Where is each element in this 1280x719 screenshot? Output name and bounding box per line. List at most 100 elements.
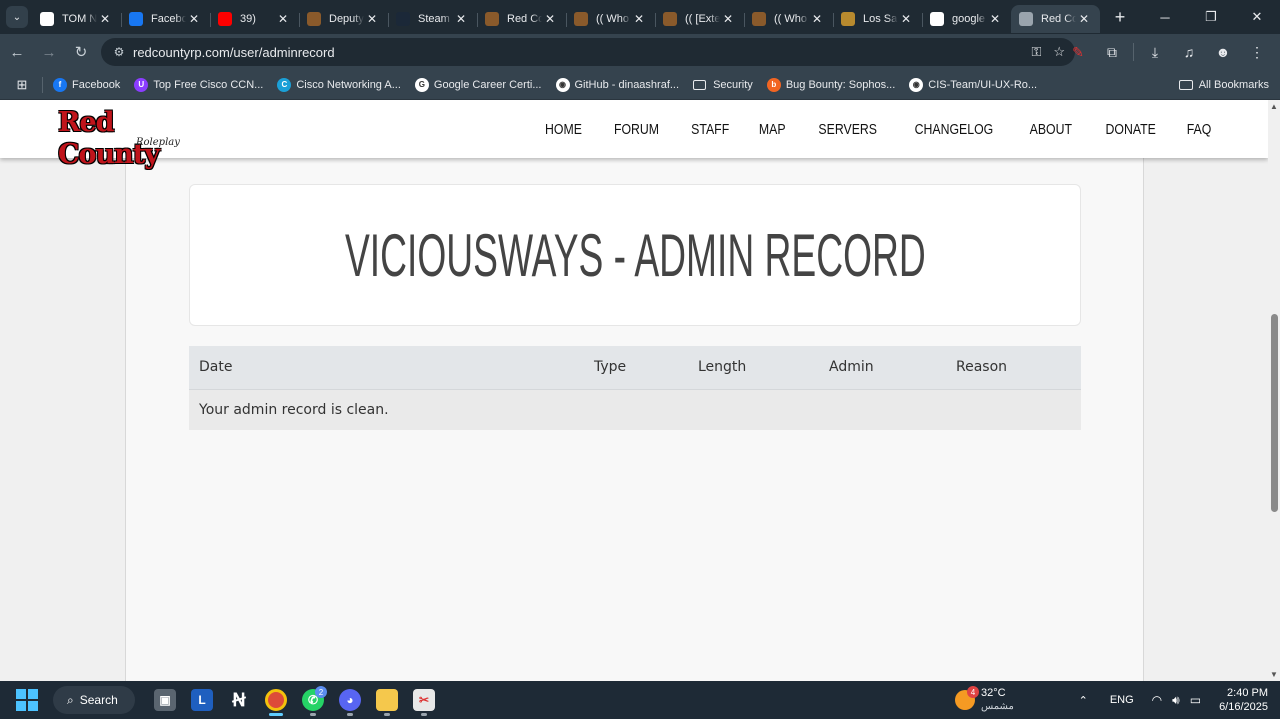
nav-link-home[interactable]: HOME <box>545 121 582 138</box>
browser-tab[interactable]: google ✕ <box>922 5 1011 33</box>
close-tab-icon[interactable]: ✕ <box>453 12 469 26</box>
bookmark-item[interactable]: ◉ GitHub - dinaashraf... <box>555 77 679 92</box>
extension-pen-icon[interactable]: ✎ <box>1061 44 1095 61</box>
battery-icon[interactable]: ▭ <box>1190 693 1201 708</box>
bookmark-item[interactable]: U Top Free Cisco CCN... <box>134 77 263 92</box>
l-app-icon: L <box>191 689 213 711</box>
browser-tab[interactable]: Los Sa ✕ <box>833 5 922 33</box>
taskbar-app-notion-calendar[interactable]: Ꞥ <box>221 683 257 717</box>
window-controls: ─ ❐ ✕ <box>1142 0 1280 34</box>
browser-tab[interactable]: TOM N ✕ <box>32 5 121 33</box>
close-window-button[interactable]: ✕ <box>1234 0 1280 34</box>
wifi-icon[interactable]: ◠ <box>1152 693 1162 708</box>
github-icon: ◉ <box>909 77 924 92</box>
facebook-icon: f <box>53 77 67 92</box>
minimize-button[interactable]: ─ <box>1142 0 1188 34</box>
browser-tab[interactable]: (( [Exte ✕ <box>655 5 744 33</box>
browser-tab[interactable]: Deputy ✕ <box>299 5 388 33</box>
nav-link-changelog[interactable]: CHANGELOG <box>915 121 994 138</box>
close-tab-icon[interactable]: ✕ <box>631 12 647 26</box>
tab-title: (( Who <box>774 13 807 25</box>
browser-tab[interactable]: Red Co ✕ <box>1011 5 1100 33</box>
speaker-icon[interactable]: 🔊︎ <box>1172 693 1180 708</box>
nav-link-servers[interactable]: SERVERS <box>818 121 877 138</box>
profile-avatar-icon[interactable]: ☻ <box>1206 44 1240 60</box>
scroll-thumb[interactable] <box>1271 314 1278 512</box>
taskbar-app-snipping[interactable]: ✂ <box>406 683 442 717</box>
bookmark-item[interactable]: Security <box>693 79 753 91</box>
bookmark-item[interactable]: C Cisco Networking A... <box>277 77 401 92</box>
nav-link-forum[interactable]: FORUM <box>614 121 659 138</box>
scroll-up-arrow-icon[interactable]: ▲ <box>1270 102 1278 111</box>
facebook-icon <box>129 12 143 26</box>
bookmark-item[interactable]: f Facebook <box>53 77 120 92</box>
taskbar-app-whatsapp[interactable]: ✆ 2 <box>295 683 331 717</box>
new-tab-button[interactable]: + <box>1110 7 1130 28</box>
tab-title: Red Co <box>507 13 542 25</box>
column-header-admin[interactable]: Admin <box>819 346 946 390</box>
nav-link-staff[interactable]: STAFF <box>691 121 729 138</box>
close-tab-icon[interactable]: ✕ <box>542 12 558 26</box>
weather-widget[interactable]: 4 32°C مشمس <box>955 681 1014 719</box>
nav-link-map[interactable]: MAP <box>759 121 786 138</box>
browser-tab[interactable]: Red Co ✕ <box>477 5 566 33</box>
browser-tab[interactable]: Facebo ✕ <box>121 5 210 33</box>
back-button[interactable]: ← <box>2 37 32 67</box>
clock[interactable]: 2:40 PM 6/16/2025 <box>1219 686 1268 714</box>
bookmark-label: CIS-Team/UI-UX-Ro... <box>928 78 1038 91</box>
password-key-icon[interactable]: ⚿ <box>1031 44 1041 60</box>
bookmark-item[interactable]: b Bug Bounty: Sophos... <box>766 77 895 92</box>
page-scrollbar[interactable]: ▲ ▼ <box>1268 100 1280 681</box>
weather-badge: 4 <box>967 686 979 698</box>
close-tab-icon[interactable]: ✕ <box>898 12 914 26</box>
close-tab-icon[interactable]: ✕ <box>720 12 736 26</box>
close-tab-icon[interactable]: ✕ <box>186 12 202 26</box>
column-header-reason[interactable]: Reason <box>946 346 1081 390</box>
forward-button[interactable]: → <box>34 37 64 67</box>
address-bar[interactable]: ⚙ redcountyrp.com/user/adminrecord ⚿ ☆ <box>101 38 1075 66</box>
maximize-button[interactable]: ❐ <box>1188 0 1234 34</box>
taskbar-app-file-explorer[interactable] <box>369 683 405 717</box>
close-tab-icon[interactable]: ✕ <box>275 12 291 26</box>
site-info-icon[interactable]: ⚙ <box>109 45 129 59</box>
nav-link-faq[interactable]: FAQ <box>1187 121 1212 138</box>
all-bookmarks-button[interactable]: All Bookmarks <box>1178 70 1269 100</box>
close-tab-icon[interactable]: ✕ <box>1076 12 1092 26</box>
browser-tab[interactable]: (( Who ✕ <box>566 5 655 33</box>
nav-link-about[interactable]: ABOUT <box>1030 121 1072 138</box>
browser-tab[interactable]: (( Who ✕ <box>744 5 833 33</box>
site-logo[interactable]: Red County Roleplay <box>58 107 213 170</box>
browser-tab[interactable]: Steam ✕ <box>388 5 477 33</box>
apps-grid-icon[interactable]: ⊞ <box>12 77 32 93</box>
extensions-icon[interactable]: ⧉ <box>1095 44 1129 61</box>
browser-tab[interactable]: 39) ✕ <box>210 5 299 33</box>
weather-condition: مشمس <box>981 701 1014 712</box>
bookmark-item[interactable]: G Google Career Certi... <box>414 77 542 92</box>
taskbar-app-discord[interactable]: ◕ <box>332 683 368 717</box>
chevron-up-icon[interactable]: ⌃ <box>1079 694 1088 707</box>
taskbar-app-l[interactable]: L <box>184 683 220 717</box>
column-header-type[interactable]: Type <box>584 346 688 390</box>
close-tab-icon[interactable]: ✕ <box>364 12 380 26</box>
close-tab-icon[interactable]: ✕ <box>809 12 825 26</box>
taskbar-app-chrome[interactable] <box>258 683 294 717</box>
download-icon[interactable]: ⤓ <box>1138 44 1172 61</box>
column-header-date[interactable]: Date <box>189 346 584 390</box>
media-control-icon[interactable]: ♫ <box>1172 44 1206 60</box>
scroll-down-arrow-icon[interactable]: ▼ <box>1270 670 1278 679</box>
url-text[interactable]: redcountyrp.com/user/adminrecord <box>133 45 335 60</box>
tab-title: google <box>952 13 986 25</box>
tab-search-button[interactable]: ⌄ <box>6 6 28 28</box>
nav-link-donate[interactable]: DONATE <box>1105 121 1155 138</box>
menu-kebab-icon[interactable]: ⋮ <box>1240 44 1274 61</box>
taskbar-search[interactable]: ⌕ Search <box>53 686 135 714</box>
language-indicator[interactable]: ENG <box>1110 694 1134 706</box>
reload-button[interactable]: ↻ <box>66 37 96 67</box>
start-button[interactable] <box>16 689 38 711</box>
close-tab-icon[interactable]: ✕ <box>97 12 113 26</box>
bookmarks-divider <box>42 76 43 93</box>
bookmark-item[interactable]: ◉ CIS-Team/UI-UX-Ro... <box>909 77 1038 92</box>
column-header-length[interactable]: Length <box>688 346 819 390</box>
close-tab-icon[interactable]: ✕ <box>987 12 1003 26</box>
task-view-button[interactable]: ▣ <box>147 683 183 717</box>
